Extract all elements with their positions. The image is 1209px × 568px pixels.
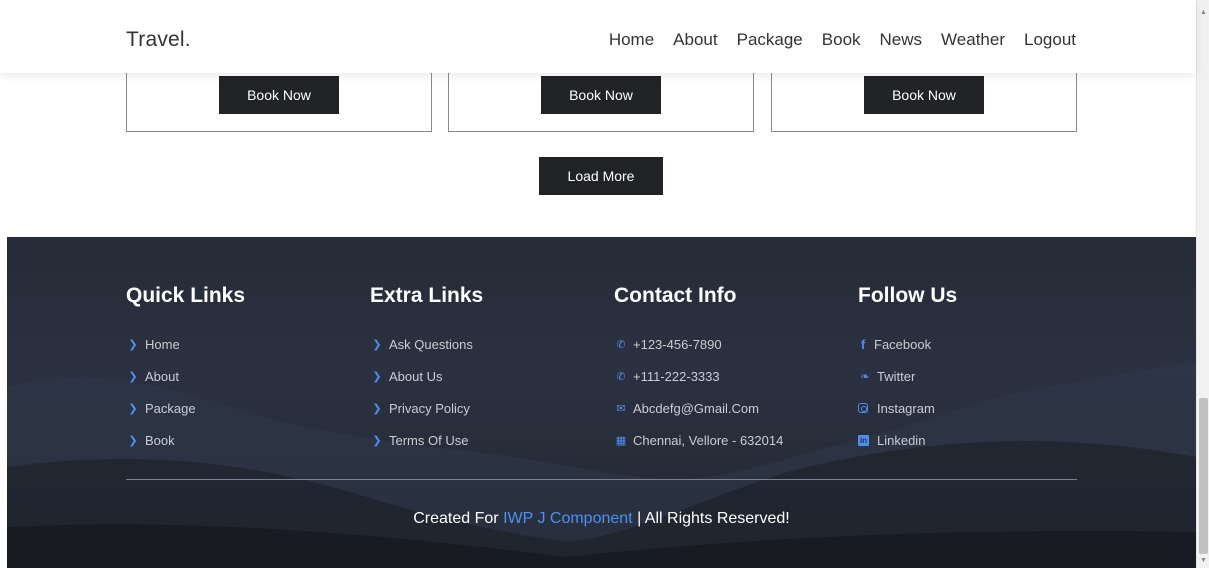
footer-link-label: Ask Questions — [389, 336, 473, 352]
twitter-icon: ❧ — [860, 370, 870, 383]
credit-prefix: Created For — [413, 510, 499, 527]
footer-link-label: Package — [145, 400, 196, 416]
footer-link-label: Home — [145, 336, 180, 352]
site-footer: Quick Links ❯ Home ❯ About ❯ Package ❯ B… — [7, 237, 1196, 568]
footer-link-ask-questions[interactable]: ❯ Ask Questions — [370, 328, 483, 360]
quick-links-column: Quick Links ❯ Home ❯ About ❯ Package ❯ B… — [126, 284, 245, 456]
contact-text: Chennai, Vellore - 632014 — [633, 432, 784, 448]
social-facebook[interactable]: f Facebook — [858, 328, 957, 360]
social-label: Instagram — [877, 400, 935, 416]
nav-package[interactable]: Package — [737, 30, 803, 50]
main-nav: Home About Package Book News Weather Log… — [609, 30, 1076, 50]
facebook-icon: f — [860, 336, 866, 352]
contact-info-title: Contact Info — [614, 284, 737, 307]
contact-email[interactable]: ✉ Abcdefg@Gmail.Com — [614, 392, 783, 424]
book-now-button[interactable]: Book Now — [219, 76, 339, 114]
chevron-right-icon: ❯ — [372, 434, 382, 447]
footer-divider — [126, 479, 1077, 480]
contact-text: +111-222-3333 — [633, 368, 720, 384]
nav-about[interactable]: About — [673, 30, 717, 50]
book-now-button[interactable]: Book Now — [541, 76, 661, 114]
footer-link-label: About Us — [389, 368, 443, 384]
chevron-right-icon: ❯ — [128, 338, 138, 351]
nav-logout[interactable]: Logout — [1024, 30, 1076, 50]
contact-text: +123-456-7890 — [633, 336, 722, 352]
chevron-right-icon: ❯ — [128, 402, 138, 415]
load-more-button[interactable]: Load More — [539, 157, 663, 195]
footer-link-package[interactable]: ❯ Package — [126, 392, 245, 424]
nav-book[interactable]: Book — [822, 30, 861, 50]
phone-icon: ✆ — [616, 370, 626, 383]
contact-info-column: Contact Info ✆ +123-456-7890 ✆ +111-222-… — [614, 284, 783, 456]
map-icon: ▦ — [615, 434, 627, 447]
contact-text: Abcdefg@Gmail.Com — [633, 400, 759, 416]
chevron-right-icon: ❯ — [372, 370, 382, 383]
contact-phone-1[interactable]: ✆ +123-456-7890 — [614, 328, 783, 360]
footer-link-privacy-policy[interactable]: ❯ Privacy Policy — [370, 392, 483, 424]
footer-link-terms-of-use[interactable]: ❯ Terms Of Use — [370, 424, 483, 456]
credit-highlight[interactable]: IWP J Component — [503, 510, 633, 527]
extra-links-title: Extra Links — [370, 284, 484, 307]
footer-link-home[interactable]: ❯ Home — [126, 328, 245, 360]
book-now-button[interactable]: Book Now — [864, 76, 984, 114]
footer-link-about-us[interactable]: ❯ About Us — [370, 360, 483, 392]
envelope-icon: ✉ — [616, 402, 626, 415]
footer-link-label: Terms Of Use — [389, 432, 469, 448]
footer-link-label: Privacy Policy — [389, 400, 470, 416]
page-scrollbar[interactable]: ▲ ▼ — [1196, 0, 1209, 568]
scroll-thumb[interactable] — [1199, 398, 1208, 554]
social-instagram[interactable]: Instagram — [858, 392, 957, 424]
social-linkedin[interactable]: in Linkedin — [858, 424, 957, 456]
nav-weather[interactable]: Weather — [941, 30, 1005, 50]
linkedin-icon: in — [858, 434, 869, 446]
site-logo[interactable]: Travel. — [126, 28, 191, 52]
phone-icon: ✆ — [616, 338, 626, 351]
credit-suffix: | All Rights Reserved! — [637, 510, 790, 527]
social-label: Facebook — [874, 336, 932, 352]
footer-link-about[interactable]: ❯ About — [126, 360, 245, 392]
quick-links-title: Quick Links — [126, 284, 246, 307]
chevron-right-icon: ❯ — [128, 370, 138, 383]
footer-link-label: About — [145, 368, 179, 384]
social-twitter[interactable]: ❧ Twitter — [858, 360, 957, 392]
site-header: Travel. Home About Package Book News Wea… — [0, 0, 1196, 73]
social-label: Linkedin — [877, 432, 926, 448]
follow-us-title: Follow Us — [858, 284, 958, 307]
chevron-right-icon: ❯ — [372, 402, 382, 415]
chevron-right-icon: ❯ — [372, 338, 382, 351]
footer-link-label: Book — [145, 432, 175, 448]
scroll-up-icon[interactable]: ▲ — [1197, 6, 1209, 20]
extra-links-column: Extra Links ❯ Ask Questions ❯ About Us ❯… — [370, 284, 483, 456]
nav-home[interactable]: Home — [609, 30, 654, 50]
contact-address[interactable]: ▦ Chennai, Vellore - 632014 — [614, 424, 784, 456]
scroll-down-icon[interactable]: ▼ — [1197, 554, 1209, 568]
nav-news[interactable]: News — [880, 30, 923, 50]
follow-us-column: Follow Us f Facebook ❧ Twitter Instagram… — [858, 284, 957, 456]
social-label: Twitter — [877, 368, 916, 384]
footer-link-book[interactable]: ❯ Book — [126, 424, 245, 456]
chevron-right-icon: ❯ — [128, 434, 138, 447]
contact-phone-2[interactable]: ✆ +111-222-3333 — [614, 360, 783, 392]
footer-credit: Created For IWP J Component | All Rights… — [7, 510, 1196, 528]
instagram-icon — [858, 403, 868, 413]
